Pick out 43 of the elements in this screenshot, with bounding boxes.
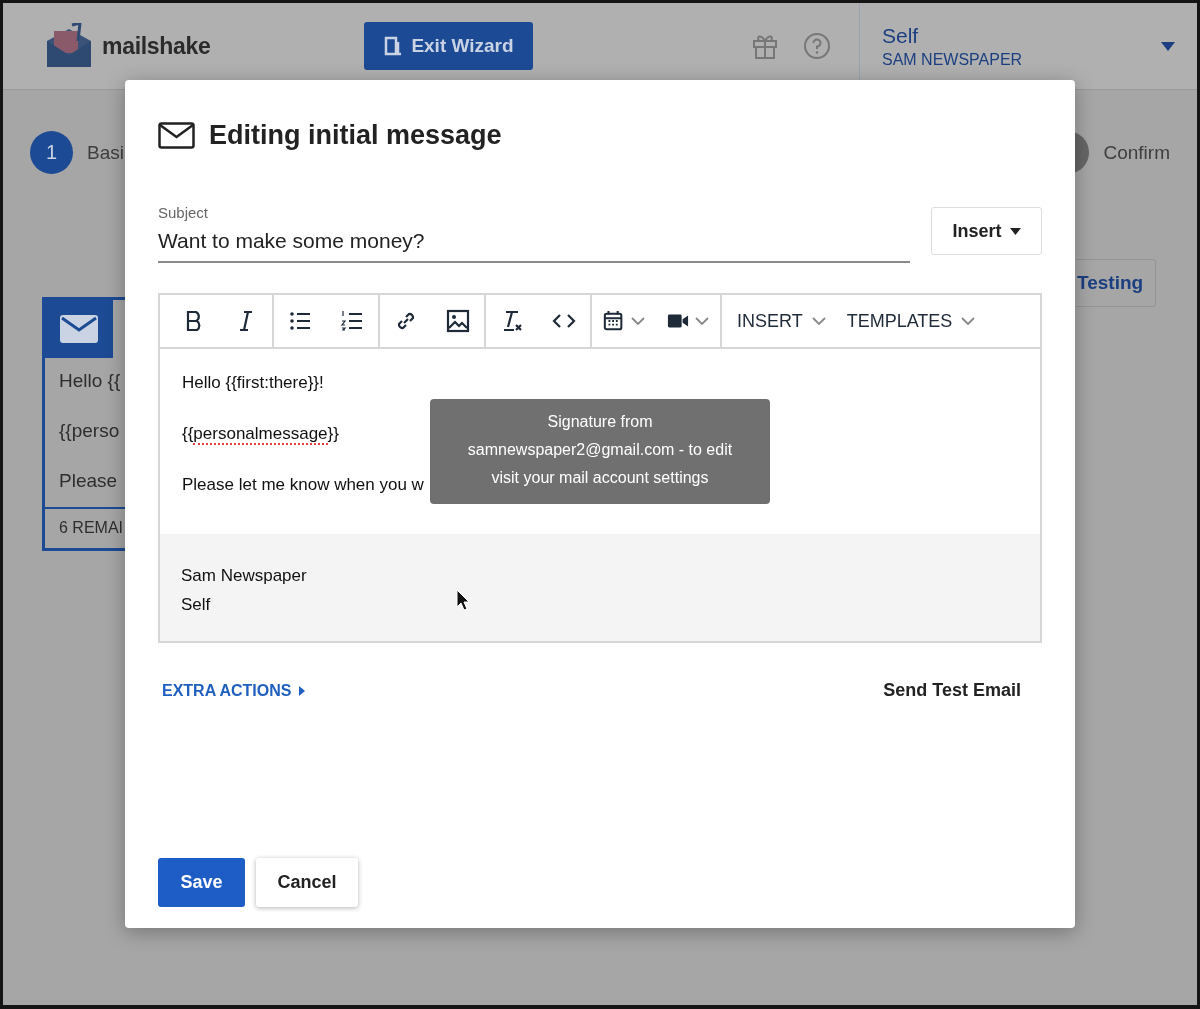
signature-line: Self	[181, 595, 211, 615]
account-name: Self	[882, 23, 920, 48]
message-line: Please let me know when you w	[182, 475, 424, 495]
toolbar-menu[interactable]: TEMPLATES	[842, 296, 980, 346]
calendar-icon	[603, 309, 625, 333]
dialog-title: Editing initial message	[209, 120, 502, 151]
envelope-logo-icon	[44, 23, 94, 69]
chevron-down-icon	[695, 317, 709, 325]
door-icon	[383, 36, 404, 56]
bulleted-list-icon	[288, 309, 312, 333]
step-circle: 1	[30, 131, 73, 174]
step-label: Confirm	[1103, 141, 1170, 164]
exit-wizard-button[interactable]: Exit Wizard	[364, 22, 533, 70]
mouse-pointer-icon	[456, 589, 470, 611]
image-icon	[446, 309, 470, 333]
signature-line: Sam Newspaper	[181, 566, 307, 586]
message-line: Hello {{first:there}}!	[182, 373, 324, 393]
envelope-icon	[60, 315, 98, 343]
extra-actions-link[interactable]: EXTRA ACTIONS	[162, 681, 306, 700]
message-preview-line: {{perso	[59, 420, 121, 442]
caret-right-icon	[299, 685, 306, 696]
caret-icon	[1161, 41, 1175, 51]
subject-field[interactable]: Subject Want to make some money?	[158, 202, 910, 263]
save-button[interactable]: Save	[158, 858, 245, 907]
toolbar-menu[interactable]: INSERT	[733, 296, 830, 346]
chevron-down-icon	[631, 317, 645, 325]
message-preview-line: Hello {{	[59, 370, 122, 392]
insert-dropdown-button[interactable]: Insert	[931, 207, 1042, 255]
field-label: Subject	[158, 204, 210, 221]
chevron-down-icon	[961, 317, 976, 325]
logo-text: mailshake	[102, 32, 211, 60]
cancel-button[interactable]: Cancel	[256, 858, 358, 907]
caret-icon	[1009, 227, 1021, 235]
field-value: Want to make some money?	[158, 229, 426, 253]
chevron-down-icon	[811, 317, 826, 325]
step-label: Basi	[87, 141, 124, 164]
send-test-email-button[interactable]: Send Test Email	[883, 680, 1021, 701]
envelope-icon	[158, 122, 195, 149]
organization-name: SAM NEWSPAPER	[882, 50, 1024, 69]
message-preview-line: Please	[59, 470, 119, 492]
message-line: {{personalmessage}}	[182, 424, 339, 444]
numbered-list-icon	[340, 309, 364, 333]
tooltip: Signature from samnewspaper2@gmail.com - to edit visit your mail account settings	[430, 399, 770, 504]
